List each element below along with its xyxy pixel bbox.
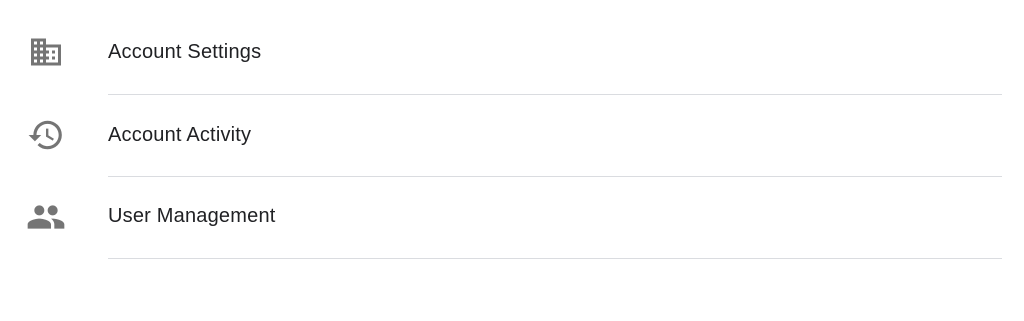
account-settings-label: Account Settings [108, 41, 262, 63]
account-settings-item[interactable]: Account Settings [0, 10, 1024, 92]
people-icon [26, 197, 66, 237]
user-management-label: User Management [108, 205, 276, 227]
divider [108, 258, 1002, 259]
history-icon [26, 115, 66, 155]
account-activity-item[interactable]: Account Activity [0, 95, 1024, 177]
user-management-item[interactable]: User Management [0, 177, 1024, 259]
account-activity-label: Account Activity [108, 124, 252, 146]
building-icon [26, 32, 66, 72]
account-menu: Account Settings Account Activity User M… [0, 0, 1024, 321]
